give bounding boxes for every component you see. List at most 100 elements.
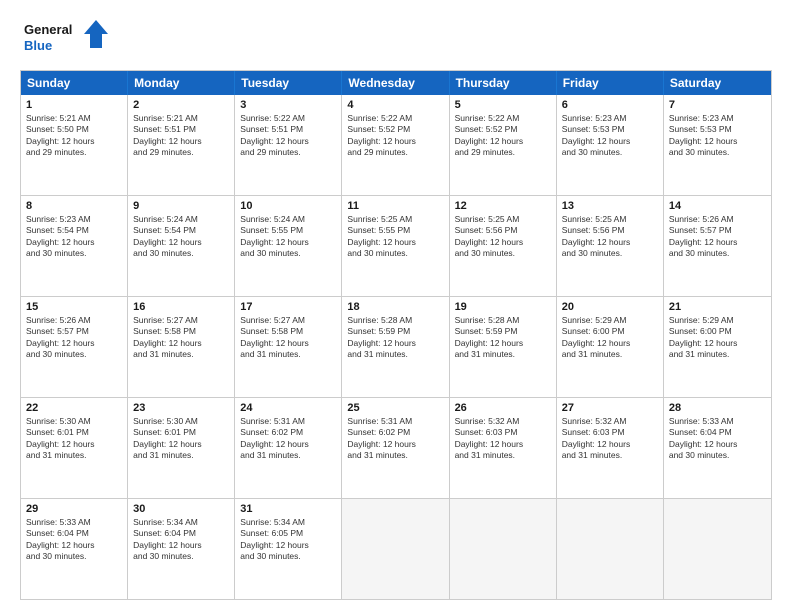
day-cell-6: 6 Sunrise: 5:23 AMSunset: 5:53 PMDaylight… — [557, 95, 664, 195]
day-cell-22: 22 Sunrise: 5:30 AMSunset: 6:01 PMDayligh… — [21, 398, 128, 498]
day-cell-7: 7Sunrise: 5:23 AMSunset: 5:53 PMDaylight… — [664, 95, 771, 195]
day-number: 7 — [669, 99, 766, 111]
day-cell-4: 4 Sunrise: 5:22 AMSunset: 5:52 PMDaylight… — [342, 95, 449, 195]
day-cell-11: 11 Sunrise: 5:25 AMSunset: 5:55 PMDayligh… — [342, 196, 449, 296]
day-cell-21: 21 Sunrise: 5:29 AMSunset: 6:00 PMDayligh… — [664, 297, 771, 397]
day-header-saturday: Saturday — [664, 71, 771, 95]
day-number: 17 — [240, 301, 336, 313]
day-info: Sunrise: 5:22 AMSunset: 5:51 PMDaylight:… — [240, 113, 336, 159]
svg-text:General: General — [24, 22, 72, 37]
day-number: 16 — [133, 301, 229, 313]
day-header-monday: Monday — [128, 71, 235, 95]
day-number: 28 — [669, 402, 766, 414]
day-cell-18: 18 Sunrise: 5:28 AMSunset: 5:59 PMDayligh… — [342, 297, 449, 397]
week-row-1: 1 Sunrise: 5:21 AMSunset: 5:50 PMDaylight… — [21, 95, 771, 196]
day-number: 1 — [26, 99, 122, 111]
day-info: Sunrise: 5:24 AMSunset: 5:55 PMDaylight:… — [240, 214, 336, 260]
day-info: Sunrise: 5:32 AMSunset: 6:03 PMDaylight:… — [562, 416, 658, 462]
day-info: Sunrise: 5:34 AMSunset: 6:04 PMDaylight:… — [133, 517, 229, 563]
day-cell-29: 29Sunrise: 5:33 AMSunset: 6:04 PMDayligh… — [21, 499, 128, 599]
day-info: Sunrise: 5:22 AMSunset: 5:52 PMDaylight:… — [347, 113, 443, 159]
day-info: Sunrise: 5:23 AMSunset: 5:53 PMDaylight:… — [562, 113, 658, 159]
day-info: Sunrise: 5:34 AMSunset: 6:05 PMDaylight:… — [240, 517, 336, 563]
day-cell-9: 9Sunrise: 5:24 AMSunset: 5:54 PMDaylight… — [128, 196, 235, 296]
day-info: Sunrise: 5:25 AMSunset: 5:56 PMDaylight:… — [562, 214, 658, 260]
day-info: Sunrise: 5:33 AMSunset: 6:04 PMDaylight:… — [669, 416, 766, 462]
day-cell-12: 12 Sunrise: 5:25 AMSunset: 5:56 PMDayligh… — [450, 196, 557, 296]
day-number: 20 — [562, 301, 658, 313]
day-info: Sunrise: 5:28 AMSunset: 5:59 PMDaylight:… — [347, 315, 443, 361]
day-cell-10: 10 Sunrise: 5:24 AMSunset: 5:55 PMDayligh… — [235, 196, 342, 296]
day-info: Sunrise: 5:25 AMSunset: 5:55 PMDaylight:… — [347, 214, 443, 260]
day-header-thursday: Thursday — [450, 71, 557, 95]
day-cell-28: 28 Sunrise: 5:33 AMSunset: 6:04 PMDayligh… — [664, 398, 771, 498]
day-info: Sunrise: 5:26 AMSunset: 5:57 PMDaylight:… — [26, 315, 122, 361]
day-number: 2 — [133, 99, 229, 111]
day-header-wednesday: Wednesday — [342, 71, 449, 95]
day-info: Sunrise: 5:21 AMSunset: 5:50 PMDaylight:… — [26, 113, 122, 159]
day-number: 24 — [240, 402, 336, 414]
day-info: Sunrise: 5:33 AMSunset: 6:04 PMDaylight:… — [26, 517, 122, 563]
day-number: 21 — [669, 301, 766, 313]
day-info: Sunrise: 5:29 AMSunset: 6:00 PMDaylight:… — [562, 315, 658, 361]
day-number: 4 — [347, 99, 443, 111]
week-row-4: 22 Sunrise: 5:30 AMSunset: 6:01 PMDayligh… — [21, 398, 771, 499]
day-info: Sunrise: 5:31 AMSunset: 6:02 PMDaylight:… — [240, 416, 336, 462]
day-number: 15 — [26, 301, 122, 313]
day-cell-31: 31 Sunrise: 5:34 AMSunset: 6:05 PMDayligh… — [235, 499, 342, 599]
calendar: SundayMondayTuesdayWednesdayThursdayFrid… — [20, 70, 772, 600]
day-number: 23 — [133, 402, 229, 414]
day-cell-27: 27 Sunrise: 5:32 AMSunset: 6:03 PMDayligh… — [557, 398, 664, 498]
day-number: 18 — [347, 301, 443, 313]
logo-svg: General Blue — [20, 16, 110, 60]
day-cell-16: 16Sunrise: 5:27 AMSunset: 5:58 PMDayligh… — [128, 297, 235, 397]
day-cell-5: 5Sunrise: 5:22 AMSunset: 5:52 PMDaylight… — [450, 95, 557, 195]
header: General Blue — [20, 16, 772, 60]
day-info: Sunrise: 5:29 AMSunset: 6:00 PMDaylight:… — [669, 315, 766, 361]
week-row-3: 15 Sunrise: 5:26 AMSunset: 5:57 PMDayligh… — [21, 297, 771, 398]
day-info: Sunrise: 5:25 AMSunset: 5:56 PMDaylight:… — [455, 214, 551, 260]
day-cell-empty — [557, 499, 664, 599]
day-number: 3 — [240, 99, 336, 111]
svg-text:Blue: Blue — [24, 38, 52, 53]
week-row-5: 29Sunrise: 5:33 AMSunset: 6:04 PMDayligh… — [21, 499, 771, 599]
day-cell-20: 20 Sunrise: 5:29 AMSunset: 6:00 PMDayligh… — [557, 297, 664, 397]
day-cell-3: 3 Sunrise: 5:22 AMSunset: 5:51 PMDaylight… — [235, 95, 342, 195]
day-info: Sunrise: 5:22 AMSunset: 5:52 PMDaylight:… — [455, 113, 551, 159]
day-number: 31 — [240, 503, 336, 515]
calendar-header: SundayMondayTuesdayWednesdayThursdayFrid… — [21, 71, 771, 95]
day-cell-15: 15 Sunrise: 5:26 AMSunset: 5:57 PMDayligh… — [21, 297, 128, 397]
day-number: 27 — [562, 402, 658, 414]
day-cell-empty — [664, 499, 771, 599]
day-number: 19 — [455, 301, 551, 313]
day-header-tuesday: Tuesday — [235, 71, 342, 95]
day-cell-1: 1 Sunrise: 5:21 AMSunset: 5:50 PMDaylight… — [21, 95, 128, 195]
day-info: Sunrise: 5:28 AMSunset: 5:59 PMDaylight:… — [455, 315, 551, 361]
calendar-body: 1 Sunrise: 5:21 AMSunset: 5:50 PMDaylight… — [21, 95, 771, 599]
day-info: Sunrise: 5:26 AMSunset: 5:57 PMDaylight:… — [669, 214, 766, 260]
logo: General Blue — [20, 16, 110, 60]
day-info: Sunrise: 5:30 AMSunset: 6:01 PMDaylight:… — [26, 416, 122, 462]
day-number: 6 — [562, 99, 658, 111]
day-number: 10 — [240, 200, 336, 212]
day-number: 8 — [26, 200, 122, 212]
day-cell-17: 17 Sunrise: 5:27 AMSunset: 5:58 PMDayligh… — [235, 297, 342, 397]
day-cell-25: 25Sunrise: 5:31 AMSunset: 6:02 PMDayligh… — [342, 398, 449, 498]
day-info: Sunrise: 5:30 AMSunset: 6:01 PMDaylight:… — [133, 416, 229, 462]
day-cell-26: 26Sunrise: 5:32 AMSunset: 6:03 PMDayligh… — [450, 398, 557, 498]
day-cell-8: 8 Sunrise: 5:23 AMSunset: 5:54 PMDaylight… — [21, 196, 128, 296]
day-info: Sunrise: 5:31 AMSunset: 6:02 PMDaylight:… — [347, 416, 443, 462]
day-number: 11 — [347, 200, 443, 212]
day-number: 22 — [26, 402, 122, 414]
day-cell-empty — [342, 499, 449, 599]
page: General Blue SundayMondayTuesdayWednesda… — [0, 0, 792, 612]
day-info: Sunrise: 5:21 AMSunset: 5:51 PMDaylight:… — [133, 113, 229, 159]
day-number: 13 — [562, 200, 658, 212]
day-cell-13: 13 Sunrise: 5:25 AMSunset: 5:56 PMDayligh… — [557, 196, 664, 296]
day-number: 12 — [455, 200, 551, 212]
day-cell-19: 19 Sunrise: 5:28 AMSunset: 5:59 PMDayligh… — [450, 297, 557, 397]
day-cell-empty — [450, 499, 557, 599]
day-info: Sunrise: 5:23 AMSunset: 5:54 PMDaylight:… — [26, 214, 122, 260]
day-info: Sunrise: 5:27 AMSunset: 5:58 PMDaylight:… — [240, 315, 336, 361]
day-header-sunday: Sunday — [21, 71, 128, 95]
